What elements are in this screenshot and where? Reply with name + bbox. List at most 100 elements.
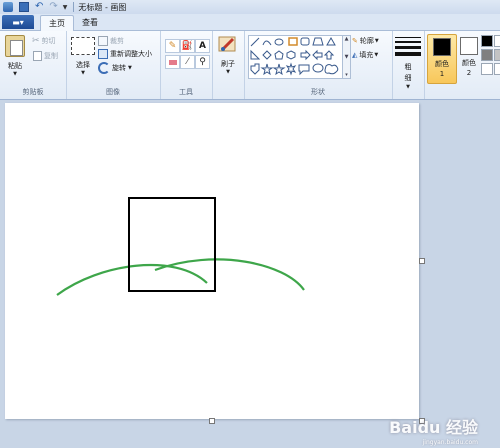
paint-bucket-icon: ⛽ <box>181 41 194 51</box>
palette-color[interactable] <box>494 63 500 75</box>
color2-label: 颜色 2 <box>462 59 476 77</box>
scroll-up-icon[interactable]: ▲ <box>345 36 349 42</box>
scissors-icon: ✂ <box>32 36 40 46</box>
paste-label: 粘贴 <box>8 62 22 70</box>
shapes-group-label: 形状 <box>311 88 325 96</box>
fill-tool[interactable]: ⛽ <box>180 39 195 53</box>
gallery-expand-icon[interactable]: ▾ <box>345 72 348 78</box>
paste-button[interactable]: 粘贴 ▼ <box>5 35 25 77</box>
image-group: 选择 ▼ 裁剪 重新调整大小 旋转 ▼ 图像 <box>66 31 161 99</box>
green-arc-right <box>154 258 305 291</box>
ribbon: 粘贴 ▼ ✂ 剪切 复制 剪贴板 选择 ▼ 裁剪 重新调整大小 旋转 ▼ 图像 … <box>0 31 500 100</box>
palette-color[interactable] <box>494 49 500 61</box>
rotate-button[interactable]: 旋转 ▼ <box>98 62 132 74</box>
black-rectangle <box>128 197 216 292</box>
paint-app-icon[interactable] <box>3 2 13 12</box>
color2-button[interactable]: 颜色 2 <box>455 34 483 82</box>
oval-callout-shape-icon <box>312 63 324 73</box>
tab-view[interactable]: 查看 <box>74 15 106 30</box>
triangle-shape-icon <box>326 36 336 46</box>
fill-label: 填充 <box>359 51 374 59</box>
color1-button[interactable]: 颜色 1 <box>427 34 457 84</box>
tab-home[interactable]: 主页 <box>40 15 74 31</box>
resize-button[interactable]: 重新调整大小 <box>98 49 152 59</box>
select-dropdown-icon: ▼ <box>81 70 85 76</box>
outline-button[interactable]: ✎ 轮廓 ▼ <box>352 36 379 46</box>
brush-icon <box>218 36 236 52</box>
brushes-label: 刷子 <box>221 60 235 68</box>
fill-icon: ◭ <box>352 51 358 59</box>
select-label: 选择 <box>76 61 90 69</box>
curve-shape-icon <box>262 40 272 46</box>
shapes-gallery <box>248 35 344 79</box>
tools-group-label: 工具 <box>179 88 193 96</box>
copy-label: 复制 <box>44 52 58 60</box>
callout-shape-icon <box>298 64 310 76</box>
title-bar: ↶ ↷ ▼ 无标题 - 画图 <box>0 0 500 14</box>
eraser-tool[interactable] <box>165 55 180 69</box>
down-arrow-shape-icon <box>250 63 260 75</box>
save-icon[interactable] <box>19 2 29 12</box>
redo-icon[interactable]: ↷ <box>49 2 57 12</box>
tools-group: ✎ ⛽ A ⁄ ⚲ 工具 <box>160 31 213 99</box>
text-icon: A <box>199 41 206 51</box>
color-palette <box>481 35 500 75</box>
rotate-icon <box>98 62 110 74</box>
menu-icon: ▬ <box>12 17 20 27</box>
palette-color[interactable] <box>494 35 500 47</box>
palette-color[interactable] <box>481 63 493 75</box>
scroll-down-icon[interactable]: ▼ <box>345 54 349 60</box>
eraser-icon <box>168 59 177 65</box>
paint-menu-button[interactable]: ▬ ▾ <box>2 15 34 29</box>
size-group: 粗细 ▼ <box>392 31 425 99</box>
size-label: 粗细 <box>404 63 412 82</box>
outline-dropdown-icon: ▼ <box>374 38 379 44</box>
shapes-scrollbar[interactable]: ▲ ▼ ▾ <box>342 35 351 79</box>
six-point-star-shape-icon <box>285 62 297 76</box>
text-tool[interactable]: A <box>195 39 210 53</box>
undo-icon[interactable]: ↶ <box>35 2 43 12</box>
pencil-tool[interactable]: ✎ <box>165 39 180 53</box>
crop-icon <box>98 36 108 46</box>
canvas-resize-handle-right[interactable] <box>419 258 425 264</box>
copy-button[interactable]: 复制 <box>33 51 58 61</box>
palette-color[interactable] <box>481 35 493 47</box>
drawing-canvas[interactable] <box>5 103 419 419</box>
brushes-button[interactable]: 刷子 ▼ <box>217 35 239 75</box>
rotate-dropdown-icon: ▼ <box>128 65 132 71</box>
paste-icon <box>5 35 25 57</box>
star-shape-icon <box>272 63 286 76</box>
diamond-shape-icon <box>262 50 272 60</box>
line-shape-icon <box>250 37 260 47</box>
clipboard-group: 粘贴 ▼ ✂ 剪切 复制 剪贴板 <box>0 31 67 99</box>
palette-color[interactable] <box>481 49 493 61</box>
cut-button[interactable]: ✂ 剪切 <box>32 36 56 46</box>
cloud-shape-icon <box>324 64 339 75</box>
magnifier-tool[interactable]: ⚲ <box>195 55 210 69</box>
watermark-logo: Baidu 经验 <box>389 418 478 437</box>
rounded-rectangle-shape-icon <box>300 37 310 46</box>
color2-swatch <box>460 37 478 55</box>
crop-button[interactable]: 裁剪 <box>98 36 124 46</box>
copy-icon <box>33 51 42 61</box>
image-group-label: 图像 <box>106 88 120 96</box>
up-arrow-shape-icon <box>323 50 335 60</box>
right-arrow-shape-icon <box>300 49 311 61</box>
color1-swatch <box>433 38 451 56</box>
quick-access-dropdown-icon[interactable]: ▼ <box>63 4 68 11</box>
polygon-shape-icon <box>312 37 324 46</box>
shapes-group: ▲ ▼ ▾ ✎ 轮廓 ▼ ◭ 填充 ▼ 形状 <box>244 31 393 99</box>
select-button[interactable]: 选择 ▼ <box>71 37 95 76</box>
size-dropdown-icon: ▼ <box>406 84 410 90</box>
fill-button[interactable]: ◭ 填充 ▼ <box>352 50 378 60</box>
rotate-label: 旋转 <box>112 64 126 72</box>
fill-dropdown-icon: ▼ <box>374 52 379 58</box>
pencil-icon: ✎ <box>168 41 177 51</box>
four-point-star-shape-icon <box>260 63 274 76</box>
workspace: Baidu 经验 jingyan.baidu.com <box>0 100 500 448</box>
select-icon <box>71 37 95 55</box>
color-picker-tool[interactable]: ⁄ <box>180 55 195 69</box>
canvas-resize-handle-bottom[interactable] <box>209 418 215 424</box>
ribbon-tabs: ▬ ▾ 主页 查看 <box>0 14 500 31</box>
size-button[interactable]: 粗细 ▼ <box>395 37 421 90</box>
